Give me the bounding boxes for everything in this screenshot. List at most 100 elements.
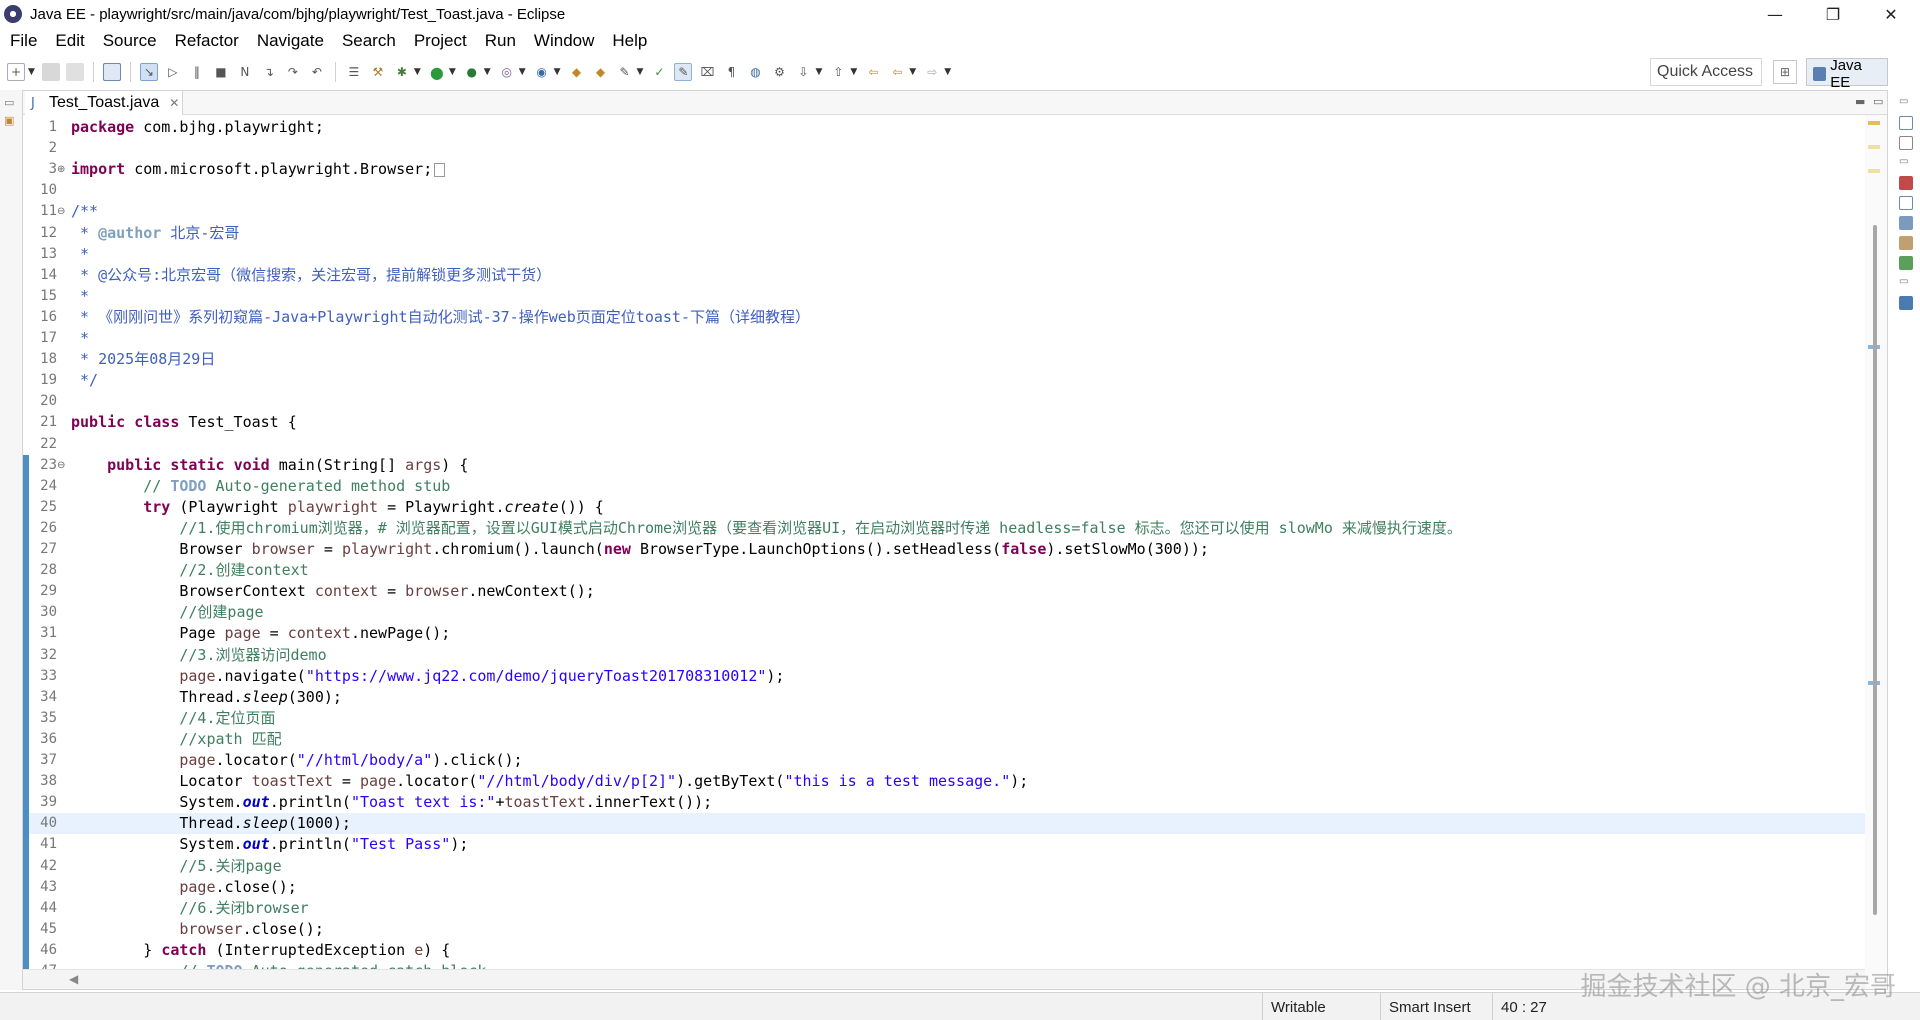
snippets-icon[interactable] [1899,256,1913,270]
code-line[interactable]: 21 public class Test_Toast { [23,412,1865,433]
build-icon[interactable]: ⚒ [369,63,387,81]
resume-icon[interactable]: ▷ [164,63,182,81]
code-line[interactable]: 29 BrowserContext context = browser.newC… [23,581,1865,602]
menu-navigate[interactable]: Navigate [249,31,334,51]
menu-run[interactable]: Run [477,31,526,51]
code-line[interactable]: 38 Locator toastText = page.locator("//h… [23,771,1865,792]
code-line[interactable]: 11 ⊖/** [23,201,1865,222]
minimize-editor-icon[interactable]: ▬ [1855,95,1865,108]
code-line[interactable]: 17 * [23,328,1865,349]
scroll-left-icon[interactable]: ◀ [69,972,78,986]
code-line[interactable]: 15 * [23,286,1865,307]
code-line[interactable]: 19 */ [23,370,1865,391]
forward-icon[interactable]: ⇨ [923,63,941,81]
fold-collapse-icon[interactable]: ⊖ [57,201,67,222]
suspend-icon[interactable]: ‖ [188,63,206,81]
code-line[interactable]: 24 // TODO Auto-generated method stub [23,476,1865,497]
use-step-filters-icon[interactable]: ☰ [345,63,363,81]
close-button[interactable]: ✕ [1862,0,1920,28]
menu-source[interactable]: Source [95,31,167,51]
search-dropdown-icon[interactable]: ▼ [637,67,644,77]
status-cursor-position[interactable]: 40 : 27 [1492,993,1592,1020]
run-icon[interactable]: ● [428,63,446,82]
occurrence-marker[interactable] [1868,145,1880,149]
code-line[interactable]: 18 * 2025年08月29日 [23,349,1865,370]
prev-annotation-dropdown-icon[interactable]: ▼ [850,67,857,77]
forward-dropdown-icon[interactable]: ▼ [944,67,951,77]
occurrence-marker[interactable] [1868,169,1880,173]
properties-icon[interactable] [1899,196,1913,210]
restore-view-icon[interactable]: ▭ [1899,96,1913,110]
code-line[interactable]: 39 System.out.println("Toast text is:"+t… [23,792,1865,813]
skip-breakpoints-icon[interactable]: ↘ [139,63,158,81]
restore-view-icon[interactable]: ▭ [4,96,18,109]
external-tools-dropdown-icon[interactable]: ▼ [519,67,526,77]
code-line[interactable]: 1 package com.bjhg.playwright; [23,117,1865,138]
code-line[interactable]: 46 } catch (InterruptedException e) { [23,940,1865,961]
debug-icon[interactable]: ✱ [393,63,411,81]
fold-expand-icon[interactable]: ⊕ [57,159,67,180]
restore-view-icon[interactable]: ▭ [1899,276,1913,290]
code-line[interactable]: 13 * [23,244,1865,265]
code-line[interactable]: 44 //6.关闭browser [23,898,1865,919]
code-line[interactable]: 2 [23,138,1865,159]
data-source-explorer-icon[interactable] [1899,236,1913,250]
vertical-scrollbar-thumb[interactable] [1873,225,1877,915]
disconnect-icon[interactable]: N [236,63,254,81]
annotation-icon[interactable]: ✓ [650,63,668,81]
task-list-icon[interactable] [1899,136,1913,150]
coverage-dropdown-icon[interactable]: ▼ [484,67,491,77]
search-icon[interactable]: ✎ [616,63,634,81]
console-view-icon[interactable] [1899,296,1913,310]
code-line[interactable]: 12 * @author 北京-宏哥 [23,223,1865,244]
project-explorer-icon[interactable]: ▣ [4,114,18,127]
servers-icon[interactable] [1899,216,1913,230]
code-line[interactable]: 36 //xpath 匹配 [23,729,1865,750]
close-tab-icon[interactable]: ✕ [169,96,179,110]
open-type-icon[interactable]: ◆ [568,63,586,81]
code-line[interactable]: 27 Browser browser = playwright.chromium… [23,539,1865,560]
new-dropdown-icon[interactable]: ▼ [28,67,35,77]
code-line[interactable]: 26 //1.使用chromium浏览器，# 浏览器配置，设置以GUI模式启动C… [23,518,1865,539]
mark-occurrences-icon[interactable]: ✎ [674,63,693,81]
new-server-icon[interactable]: ◉ [533,63,551,81]
coverage-icon[interactable]: ● [463,63,481,81]
save-icon[interactable] [41,63,60,81]
restore-view-icon[interactable]: ▭ [1899,156,1913,170]
console-icon[interactable] [102,63,121,81]
code-line[interactable]: 10 [23,180,1865,201]
menu-edit[interactable]: Edit [47,31,94,51]
next-annotation-dropdown-icon[interactable]: ▼ [815,67,822,77]
menu-search[interactable]: Search [334,31,406,51]
step-return-icon[interactable]: ↶ [308,63,326,81]
code-line[interactable]: 23 ⊖ public static void main(String[] arg… [23,455,1865,476]
code-line[interactable]: 42 //5.关闭page [23,856,1865,877]
new-icon[interactable]: + [7,63,25,81]
markers-icon[interactable] [1899,176,1913,190]
maximize-editor-icon[interactable]: ▭ [1873,95,1883,108]
code-line[interactable]: 22 [23,434,1865,455]
menu-file[interactable]: File [2,31,47,51]
tab-test-toast-java[interactable]: J Test_Toast.java ✕ [25,91,183,115]
code-line[interactable]: 31 Page page = context.newPage(); [23,623,1865,644]
back-dropdown-icon[interactable]: ▼ [909,67,916,77]
code-line[interactable]: 16 * 《刚刚问世》系列初窥篇-Java+Playwright自动化测试-37… [23,307,1865,328]
code-line[interactable]: 33 page.navigate("https://www.jq22.com/d… [23,666,1865,687]
run-dropdown-icon[interactable]: ▼ [449,67,456,77]
code-line[interactable]: 28 //2.创建context [23,560,1865,581]
restore-button[interactable]: ❐ [1804,0,1862,28]
web-services-icon[interactable]: ⚙ [770,63,788,81]
debug-dropdown-icon[interactable]: ▼ [414,67,421,77]
code-line[interactable]: 40 Thread.sleep(1000); [23,813,1865,835]
next-annotation-icon[interactable]: ⇩ [794,63,812,81]
prev-annotation-icon[interactable]: ⇧ [829,63,847,81]
code-line[interactable]: 3 ⊕ import com.microsoft.playwright.Browse… [23,159,1865,180]
code-line[interactable]: 37 page.locator("//html/body/a").click()… [23,750,1865,771]
overview-ruler[interactable] [1865,115,1887,989]
minimize-button[interactable]: — [1746,0,1804,28]
code-editor[interactable]: 1 package com.bjhg.playwright; 2 3 ⊕ import c… [23,115,1865,989]
quick-access-input[interactable]: Quick Access [1650,58,1762,86]
back-icon[interactable]: ⇦ [888,63,906,81]
warning-marker[interactable] [1868,121,1880,125]
save-all-icon[interactable] [65,63,84,81]
